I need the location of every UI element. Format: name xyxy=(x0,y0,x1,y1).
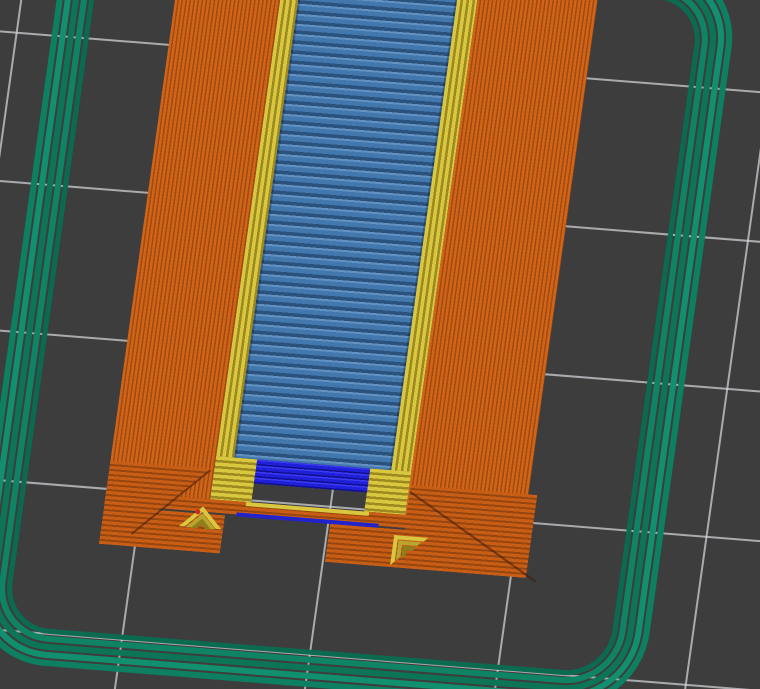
inner-perimeter-wrap-left xyxy=(210,456,257,502)
left-leg-perimeter-corner xyxy=(181,509,225,540)
inner-perimeter-wrap-right xyxy=(364,468,411,514)
printed-part xyxy=(89,0,599,647)
slicer-preview-viewport[interactable] xyxy=(0,0,760,689)
right-leg-perimeter-corner xyxy=(390,535,430,568)
chevron-line xyxy=(401,546,417,560)
right-wall-and-leg xyxy=(325,479,538,578)
build-plate xyxy=(0,0,760,689)
